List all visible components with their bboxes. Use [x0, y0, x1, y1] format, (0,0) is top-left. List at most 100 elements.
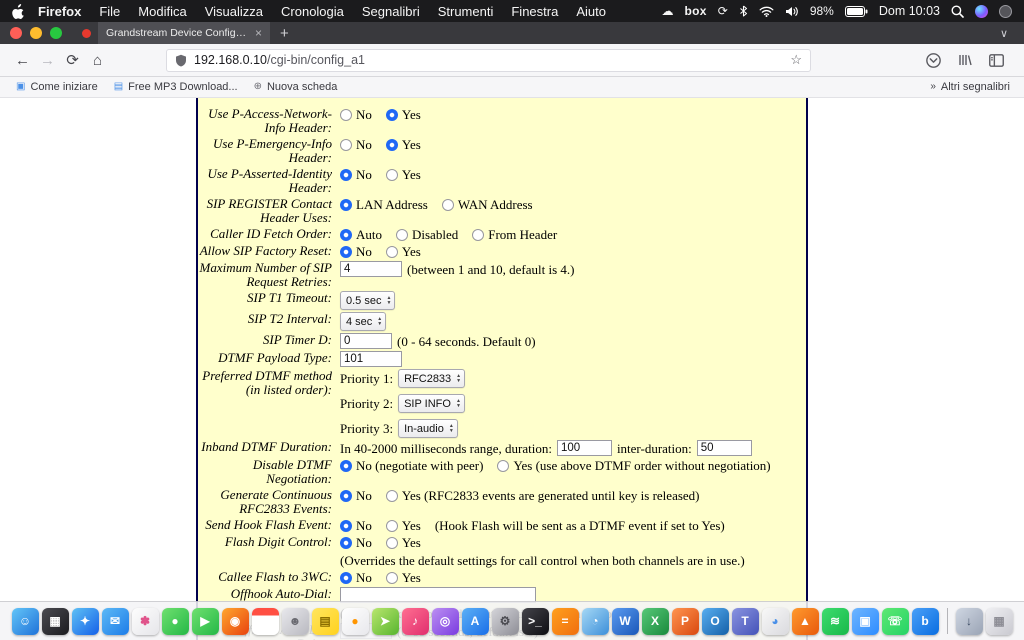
apple-menu-icon[interactable]	[12, 4, 25, 19]
radio-flash-digit-control-no[interactable]	[340, 537, 352, 549]
dock-safari-icon[interactable]: ✦	[72, 608, 99, 635]
dock-app-store-icon[interactable]: A	[462, 608, 489, 635]
dock-vlc-icon[interactable]: ▲	[792, 608, 819, 635]
window-zoom-button[interactable]	[50, 27, 62, 39]
dock-terminal-icon[interactable]: >_	[522, 608, 549, 635]
url-bar[interactable]: 192.168.0.10/cgi-bin/config_a1 ☆	[166, 49, 811, 72]
other-bookmarks[interactable]: » Altri segnalibri	[930, 81, 1016, 93]
cloud-icon[interactable]: ☁	[662, 5, 674, 17]
radio-generate-continuous-rfc2833-events-yes-rfc2833-events-are-generated-until-k[interactable]	[386, 490, 398, 502]
radio-option[interactable]: Yes (RFC2833 events are generated until …	[386, 488, 700, 503]
dock-whatsapp-icon[interactable]: ☏	[882, 608, 909, 635]
menu-finestra[interactable]: Finestra	[502, 4, 567, 19]
radio-send-hook-flash-event-yes[interactable]	[386, 520, 398, 532]
dock-maps-icon[interactable]: ➤	[372, 608, 399, 635]
radio-send-hook-flash-event-no[interactable]	[340, 520, 352, 532]
dock-preview-icon[interactable]: ◔	[582, 608, 609, 635]
radio-option[interactable]: No	[340, 167, 372, 182]
wifi-icon[interactable]	[759, 6, 774, 17]
window-close-button[interactable]	[10, 27, 22, 39]
radio-option[interactable]: No	[340, 244, 372, 259]
radio-flash-digit-control-yes[interactable]	[386, 537, 398, 549]
radio-disable-dtmf-negotiation-no-negotiate-with-peer[interactable]	[340, 460, 352, 472]
menu-visualizza[interactable]: Visualizza	[196, 4, 272, 19]
menu-aiuto[interactable]: Aiuto	[567, 4, 615, 19]
radio-option[interactable]: Yes	[386, 107, 421, 122]
select-4-sec[interactable]: 4 sec▲▼	[340, 312, 386, 331]
radio-option[interactable]: No	[340, 488, 372, 503]
tab-close-icon[interactable]: ×	[255, 26, 262, 40]
bookmark-free-mp3-download[interactable]: ▤Free MP3 Download...	[106, 81, 246, 93]
radio-option[interactable]: Yes	[386, 570, 421, 585]
dock-finder-icon[interactable]: ☺	[12, 608, 39, 635]
radio-option[interactable]: Yes	[386, 518, 421, 533]
dock-powerpoint-icon[interactable]: P	[672, 608, 699, 635]
battery-icon[interactable]	[845, 6, 868, 17]
dock-zoom-icon[interactable]: ▣	[852, 608, 879, 635]
radio-disable-dtmf-negotiation-yes-use-above-dtmf-order-without-negotia[interactable]	[497, 460, 509, 472]
radio-option[interactable]: No	[340, 518, 372, 533]
select-in-audio[interactable]: In-audio▲▼	[398, 419, 458, 438]
dock-excel-icon[interactable]: X	[642, 608, 669, 635]
spotlight-search-icon[interactable]	[951, 5, 964, 18]
dock-downloads-icon[interactable]: ↓	[956, 608, 983, 635]
box-logo[interactable]: box	[685, 4, 707, 18]
browser-tab[interactable]: Grandstream Device Configuration ×	[98, 22, 270, 44]
input-dtmf-payload-type[interactable]	[340, 351, 402, 367]
radio-option[interactable]: No (negotiate with peer)	[340, 458, 483, 473]
radio-option[interactable]: Yes	[386, 137, 421, 152]
radio-use-p-emergency-info-header-yes[interactable]	[386, 139, 398, 151]
new-tab-button[interactable]: +	[270, 25, 299, 42]
menu-firefox[interactable]: Firefox	[29, 4, 90, 19]
dock-outlook-icon[interactable]: O	[702, 608, 729, 635]
radio-sip-register-contact-header-uses-wan-address[interactable]	[442, 199, 454, 211]
dock-podcasts-icon[interactable]: ◎	[432, 608, 459, 635]
radio-option[interactable]: Yes (use above DTMF order without negoti…	[497, 458, 770, 473]
radio-option[interactable]: Yes	[386, 535, 421, 550]
menu-cronologia[interactable]: Cronologia	[272, 4, 353, 19]
menu-segnalibri[interactable]: Segnalibri	[353, 4, 429, 19]
input-sip-timer-d[interactable]	[340, 333, 392, 349]
menu-file[interactable]: File	[90, 4, 129, 19]
radio-sip-register-contact-header-uses-lan-address[interactable]	[340, 199, 352, 211]
radio-option[interactable]: Yes	[386, 244, 421, 259]
tracking-protection-shield-icon[interactable]	[175, 54, 187, 67]
dock-mail-icon[interactable]: ✉	[102, 608, 129, 635]
radio-option[interactable]: Yes	[386, 167, 421, 182]
radio-callee-flash-to-3wc-no[interactable]	[340, 572, 352, 584]
sidebar-toggle-icon[interactable]	[989, 54, 1004, 67]
siri-icon[interactable]	[975, 5, 988, 18]
radio-use-p-emergency-info-header-no[interactable]	[340, 139, 352, 151]
dock-word-icon[interactable]: W	[612, 608, 639, 635]
radio-option[interactable]: No	[340, 137, 372, 152]
dock-firefox-icon[interactable]: ◉	[222, 608, 249, 635]
radio-option[interactable]: No	[340, 107, 372, 122]
select-rfc2833[interactable]: RFC2833▲▼	[398, 369, 465, 388]
radio-allow-sip-factory-reset-yes[interactable]	[386, 246, 398, 258]
radio-use-p-asserted-identity-header-yes[interactable]	[386, 169, 398, 181]
dock-music-icon[interactable]: ♪	[402, 608, 429, 635]
dock-notes-icon[interactable]: ▤	[312, 608, 339, 635]
dock-reminders-icon[interactable]: ●	[342, 608, 369, 635]
dock-spotify-icon[interactable]: ≋	[822, 608, 849, 635]
menubar-clock[interactable]: Dom 10:03	[879, 4, 940, 18]
dock-teams-icon[interactable]: T	[732, 608, 759, 635]
library-icon[interactable]	[958, 53, 972, 67]
radio-use-p-access-network-info-header-yes[interactable]	[386, 109, 398, 121]
select-sip-info[interactable]: SIP INFO▲▼	[398, 394, 465, 413]
dock-photos-icon[interactable]: ✽	[132, 608, 159, 635]
radio-option[interactable]: From Header	[472, 227, 557, 242]
volume-icon[interactable]	[785, 6, 799, 17]
input-inband-dtmf-duration[interactable]	[557, 440, 612, 456]
input-maximum-number-of-sip-request-retries[interactable]	[340, 261, 402, 277]
dock-system-preferences-icon[interactable]: ⚙	[492, 608, 519, 635]
radio-caller-id-fetch-order-auto[interactable]	[340, 229, 352, 241]
reload-button[interactable]: ⟳	[60, 53, 85, 68]
radio-allow-sip-factory-reset-no[interactable]	[340, 246, 352, 258]
dock-calendar-icon[interactable]	[252, 608, 279, 635]
select-0-5-sec[interactable]: 0.5 sec▲▼	[340, 291, 395, 310]
forward-button[interactable]: →	[35, 53, 60, 68]
menu-strumenti[interactable]: Strumenti	[429, 4, 503, 19]
radio-option[interactable]: LAN Address	[340, 197, 428, 212]
window-minimize-button[interactable]	[30, 27, 42, 39]
